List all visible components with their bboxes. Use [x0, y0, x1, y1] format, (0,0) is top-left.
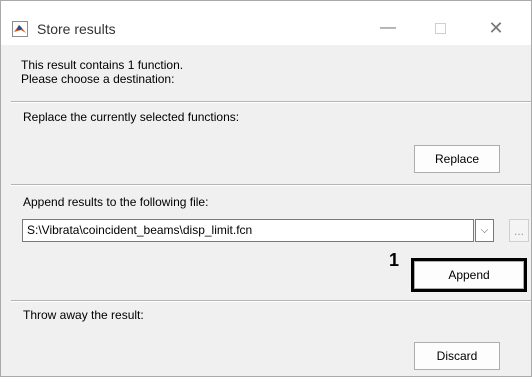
close-button[interactable]: ✕ [473, 13, 519, 43]
matlab-icon [12, 21, 28, 37]
divider [11, 184, 531, 186]
divider [11, 300, 531, 302]
info-text: This result contains 1 function. Please … [21, 58, 183, 86]
discard-label: Throw away the result: [23, 308, 144, 322]
window-title: Store results [37, 21, 116, 37]
browse-button[interactable]: ... [509, 219, 529, 242]
maximize-button[interactable] [417, 13, 463, 43]
store-results-dialog: Store results — ✕ This result contains 1… [0, 0, 532, 377]
append-label: Append results to the following file: [23, 195, 209, 209]
title-bar: Store results — ✕ [1, 1, 531, 45]
info-line-2: Please choose a destination: [21, 72, 175, 86]
maximize-icon [434, 22, 446, 34]
divider [11, 101, 531, 103]
minimize-button[interactable]: — [365, 13, 411, 43]
annotation-highlight-box [411, 258, 527, 292]
info-line-1: This result contains 1 function. [21, 58, 184, 72]
chevron-down-icon[interactable]: ⌵ [475, 219, 494, 242]
replace-button[interactable]: Replace [414, 145, 500, 173]
file-path-combobox[interactable]: S:\Vibrata\coincident_beams\disp_limit.f… [22, 219, 474, 242]
discard-button[interactable]: Discard [414, 342, 500, 370]
replace-label: Replace the currently selected functions… [23, 110, 240, 124]
annotation-number: 1 [389, 250, 400, 270]
